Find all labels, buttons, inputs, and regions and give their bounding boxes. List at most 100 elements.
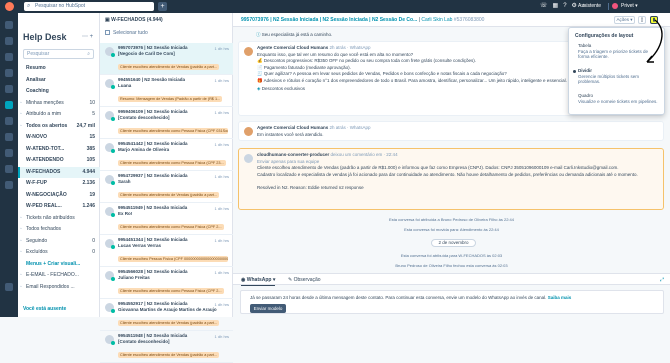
sidebar-item-label: Atribuído a mim bbox=[26, 111, 62, 117]
sidebar-item[interactable]: W-F-FUP 2.136 bbox=[18, 178, 100, 190]
conversation-preview: Cliente escolheu atendimento como Pessoa… bbox=[118, 128, 228, 134]
sidebar-item[interactable]: ◦ Minhas menções 10 bbox=[18, 98, 100, 110]
conversation-contact: Luana bbox=[118, 83, 132, 88]
bot-avatar bbox=[244, 154, 253, 163]
sidebar-item[interactable]: ◦ Todos os abertos 24,7 mil bbox=[18, 121, 100, 133]
sidebar-item[interactable]: ◦ Tickets não atribuídos bbox=[18, 213, 100, 225]
sidebar-item[interactable]: ◦ Atribuído a mim 5 bbox=[18, 109, 100, 121]
automation-icon[interactable] bbox=[5, 117, 13, 125]
sidebar-item[interactable]: W-NOVO 15 bbox=[18, 132, 100, 144]
sidebar-item-label: Email Respondidos ... bbox=[26, 283, 75, 290]
list-item[interactable]: 9954541442 | N2 Sessão Iniciada 1 dh hrs M… bbox=[100, 139, 233, 171]
list-item[interactable]: 9954552917 | N2 Sessão Iniciada 1 dh hrs G… bbox=[100, 299, 233, 331]
bullet-icon: ◦ bbox=[20, 283, 22, 290]
marketing-icon[interactable] bbox=[5, 53, 13, 61]
list-item[interactable]: 9954451344 | N2 Sessão Iniciada 1 dh hrs L… bbox=[100, 235, 233, 267]
contact-link[interactable]: Carli Skin Lab bbox=[421, 17, 452, 23]
list-item[interactable]: 9954511948 | N2 Sessão Iniciada 1 dh hrs[… bbox=[100, 331, 233, 363]
away-status[interactable]: Você está ausente bbox=[23, 306, 66, 312]
sidebar-item-label: Todos fechados bbox=[26, 226, 62, 232]
sidebar-item[interactable]: Menus + Criar visuali... bbox=[18, 259, 100, 271]
expand-icon[interactable]: ⤢ bbox=[660, 274, 664, 286]
more-icon[interactable]: ⋯ bbox=[82, 34, 88, 40]
hubspot-logo-icon[interactable] bbox=[5, 2, 14, 11]
add-button[interactable]: + bbox=[158, 2, 167, 11]
bullet-icon: ◦ bbox=[20, 249, 22, 255]
data-icon[interactable] bbox=[5, 149, 13, 157]
assistant-button[interactable]: Assistente bbox=[578, 1, 601, 12]
conversation-time: 1 dh hrs bbox=[214, 206, 229, 211]
sidebar-search-input[interactable]: Pesquisar ⌕ bbox=[23, 49, 94, 59]
sidebar-item[interactable]: ◦ E-EMAIL - FECHADO... bbox=[18, 270, 100, 282]
composer: Já se passaram 24 horas desde a última m… bbox=[240, 290, 664, 314]
tab-observacao[interactable]: ✎ Observação bbox=[288, 274, 321, 286]
content-icon[interactable] bbox=[5, 69, 13, 77]
reporting-icon[interactable] bbox=[5, 133, 13, 141]
conversation-contact: Marjo Amina de Oliveira bbox=[118, 147, 170, 152]
sidebar-item[interactable]: ◦ Excluídos 0 bbox=[18, 247, 100, 259]
list-item[interactable]: 9957073976 | N2 Sessão Iniciada 1 dh hrs[… bbox=[100, 43, 233, 75]
bullet-icon: ◦ bbox=[20, 272, 22, 278]
list-item[interactable]: 994551640 | N2 Sessão Iniciada 1 dh hrs Lu… bbox=[100, 75, 233, 107]
list-item[interactable]: 9954566028 | N2 Sessão Iniciada 1 dh hrs J… bbox=[100, 267, 233, 299]
sidebar-item[interactable]: ◦ Seguindo 0 bbox=[18, 236, 100, 248]
conversation-preview: Cliente escolheu Pessoa Física (CPF 0000… bbox=[118, 256, 228, 262]
divider bbox=[608, 3, 609, 10]
conversation-preview: Cliente escolheu atendimento como Pessoa… bbox=[118, 160, 226, 166]
service-icon[interactable] bbox=[5, 101, 13, 109]
sales-icon[interactable] bbox=[5, 85, 13, 93]
add-icon[interactable]: + bbox=[90, 34, 94, 40]
message-text: Em instantes você será atendido. bbox=[257, 131, 324, 137]
sidebar-item-label: W-PED REAL... bbox=[26, 203, 62, 209]
sidebar-item[interactable]: W-FECHADOS 4.944 bbox=[18, 166, 100, 178]
list-item[interactable]: 9959406109 | N2 Sessão Iniciada 1 dh hrs[… bbox=[100, 107, 233, 139]
list-item[interactable]: 9954729937 | N2 Sessão Iniciada 1 dh hrs S… bbox=[100, 171, 233, 203]
commerce-icon[interactable] bbox=[5, 165, 13, 173]
marketplace-icon[interactable]: ▦ bbox=[553, 3, 564, 9]
tab-whatsapp[interactable]: ◉ WhatsApp ▾ bbox=[241, 274, 276, 286]
sidebar-item[interactable]: Resumo bbox=[18, 63, 100, 75]
comment-line: Resolved in N2. Reason: Eddie returned n… bbox=[257, 184, 364, 190]
avatar bbox=[105, 79, 115, 89]
select-all[interactable]: Selecionar tudo bbox=[105, 30, 148, 36]
conversation-preview: Cliente escolheu atendimento de Vendas (… bbox=[118, 192, 220, 198]
conversation-contact: Giovanna Martins de Araujo Martins de Ar… bbox=[118, 307, 217, 312]
expand-icon[interactable] bbox=[5, 283, 13, 291]
sidebar-item-count: 2.136 bbox=[82, 180, 95, 186]
sidebar-item-count: 5 bbox=[92, 111, 95, 117]
conversation-contact: [Contato desconhecido] bbox=[118, 115, 170, 120]
sidebar-item[interactable]: W-ATENDENDO 105 bbox=[18, 155, 100, 167]
sidebar-item[interactable]: W-PED REAL... 1.246 bbox=[18, 201, 100, 213]
sidebar-item-count: 15 bbox=[89, 134, 95, 140]
sidebar-item[interactable]: Analisar bbox=[18, 75, 100, 87]
bookmark-icon[interactable] bbox=[5, 21, 13, 29]
library-icon[interactable] bbox=[5, 181, 13, 189]
user-menu[interactable]: Privet ▾ bbox=[621, 1, 638, 12]
bullet-icon: ◦ bbox=[20, 237, 22, 244]
page-title: Help Desk bbox=[23, 32, 67, 42]
conversation-contact: Ex Ro! bbox=[118, 211, 133, 216]
radio-selected-icon[interactable] bbox=[573, 70, 576, 73]
contacts-icon[interactable] bbox=[5, 37, 13, 45]
send-template-button[interactable]: Enviar modelo bbox=[250, 304, 286, 313]
global-search-input[interactable]: ⌕ Pesquisar no HubSpot bbox=[24, 2, 154, 11]
layout-option[interactable]: Quadro Visualize e nomeie tickets em pipe… bbox=[578, 93, 660, 104]
sidebar-item-label: Resumo bbox=[26, 65, 46, 71]
sidebar-item-count: 4.944 bbox=[82, 168, 95, 175]
list-item[interactable]: 9954511949 | N2 Sessão Iniciada 1 dh hrs E… bbox=[100, 203, 233, 235]
sidebar-item[interactable]: Coaching bbox=[18, 86, 100, 98]
sidebar-item[interactable]: ◦ Email Respondidos ... bbox=[18, 282, 100, 294]
help-icon[interactable]: ? bbox=[563, 3, 571, 9]
sidebar-item-label: E-EMAIL - FECHADO... bbox=[26, 272, 79, 278]
conversation-title: 9957073976 | N2 Sessão Iniciada | N2 Ses… bbox=[241, 17, 485, 23]
sidebar-item[interactable]: W-ATEND-TOT... 385 bbox=[18, 144, 100, 156]
phone-icon[interactable]: ☏ bbox=[540, 3, 553, 9]
sidebar-item[interactable]: ◦ Todos fechados bbox=[18, 224, 100, 236]
sidebar-item[interactable]: W-NEGOCIAÇÃO 19 bbox=[18, 190, 100, 202]
avatar bbox=[105, 239, 115, 249]
discount-link[interactable]: Descontos exclusivos bbox=[262, 86, 305, 91]
avatar bbox=[105, 111, 115, 121]
checkbox[interactable] bbox=[105, 30, 110, 36]
learn-more-link[interactable]: Saiba mais bbox=[548, 295, 572, 300]
avatar[interactable] bbox=[612, 3, 618, 9]
